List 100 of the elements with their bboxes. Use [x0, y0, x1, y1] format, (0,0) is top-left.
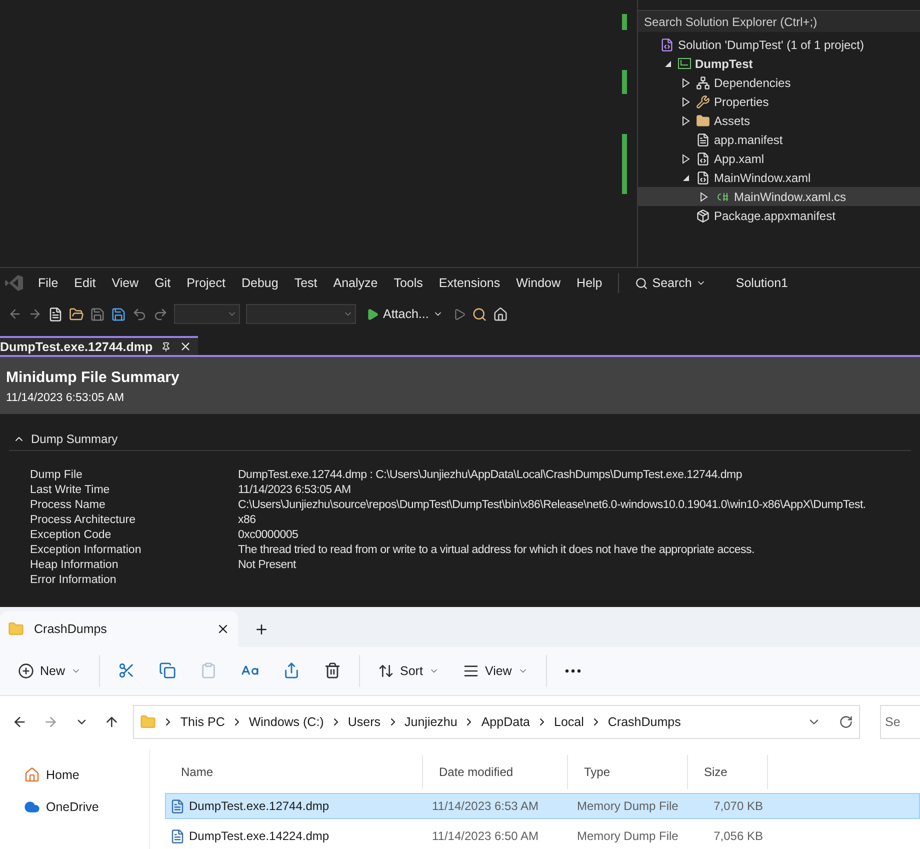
column-header[interactable]: Name — [165, 755, 423, 789]
delete-icon — [324, 662, 342, 680]
filter-field[interactable]: Se — [880, 705, 920, 740]
summary-timestamp: 11/14/2023 6:53:05 AM — [6, 392, 126, 404]
property-value: 11/14/2023 6:53:05 AM — [238, 484, 352, 496]
visual-studio-logo — [4, 274, 24, 292]
menu-item[interactable]: Extensions — [430, 276, 508, 290]
redo-icon[interactable] — [153, 306, 168, 322]
tree-item[interactable]: Package.appxmanifest — [638, 206, 920, 225]
collapsed-arrow-icon[interactable] — [682, 154, 690, 164]
property-value: x86 — [238, 514, 257, 526]
menu-item[interactable]: View — [104, 276, 147, 290]
open-folder-icon[interactable] — [69, 306, 84, 322]
solution-name: Solution1 — [736, 276, 788, 290]
paste-icon — [200, 662, 218, 680]
tree-item[interactable]: App.xaml — [638, 149, 920, 168]
pin-icon[interactable] — [160, 342, 171, 352]
menu-item[interactable]: Project — [178, 276, 234, 290]
breadcrumb-item[interactable]: Users — [348, 715, 381, 730]
breadcrumb-item[interactable]: This PC — [180, 715, 225, 730]
column-header[interactable]: Type — [568, 755, 688, 789]
property-label: Process Name — [30, 498, 106, 510]
section-header[interactable]: Dump Summary — [9, 428, 911, 451]
address-bar[interactable]: This PC Windows (C:) Users Junjiezhu AppData Local CrashDumps — [133, 705, 860, 740]
menu-item[interactable]: Analyze — [325, 276, 386, 290]
manifest-icon — [696, 132, 710, 146]
tree-item[interactable]: MainWindow.xaml.cs — [638, 187, 920, 206]
property-label: Error Information — [30, 574, 118, 586]
expanded-arrow-icon[interactable] — [664, 60, 672, 68]
menu-item[interactable]: Test — [286, 276, 326, 290]
property-value: DumpTest.exe.12744.dmp : C:\Users\Junjiezhu\AppData\Local\CrashDumps\DumpTest.exe.12744.dmp — [238, 468, 743, 480]
tree-item[interactable]: MainWindow.xaml — [638, 168, 920, 187]
new-icon — [18, 662, 34, 679]
more-icon — [564, 668, 581, 673]
refresh-icon[interactable] — [839, 715, 853, 730]
cut-icon — [118, 662, 136, 680]
file-name: DumpTest.exe.14224.dmp — [189, 829, 330, 843]
type-cell-text: Memory Dump File — [576, 799, 680, 813]
menu-item[interactable]: File — [30, 276, 66, 290]
breadcrumb-item[interactable]: Windows (C:) — [248, 715, 324, 730]
menu-item[interactable]: Help — [568, 276, 610, 290]
breadcrumb-item[interactable]: Junjiezhu — [404, 715, 458, 730]
tree-item[interactable]: Dependencies — [638, 73, 920, 92]
property-value: 0xc0000005 — [238, 528, 300, 540]
date-cell-text: 11/14/2023 6:53 AM — [431, 799, 540, 813]
summary-title: Minidump File Summary — [6, 369, 180, 386]
folder-icon — [696, 114, 710, 128]
save-all-icon[interactable] — [111, 306, 126, 322]
tree-item[interactable]: app.manifest — [638, 130, 920, 149]
breadcrumb-item[interactable]: Local — [554, 715, 584, 730]
explorer-tab[interactable]: CrashDumps — [0, 611, 238, 648]
menu-item[interactable]: Git — [146, 276, 179, 290]
breadcrumb-item[interactable]: AppData — [481, 715, 530, 730]
new-item-icon[interactable] — [48, 306, 63, 322]
size-cell-text: 7,056 KB — [712, 829, 764, 843]
tree-item[interactable]: Properties — [638, 92, 920, 111]
search-button[interactable]: Search — [627, 276, 714, 290]
attach-button[interactable]: Attach... — [362, 307, 447, 321]
file-name: DumpTest.exe.12744.dmp — [189, 799, 330, 813]
view-button[interactable]: View — [450, 654, 540, 687]
expanded-arrow-icon[interactable] — [682, 174, 690, 182]
new-tab-icon[interactable] — [254, 622, 269, 638]
menu-item[interactable]: Edit — [66, 276, 104, 290]
nav-item[interactable]: Home — [0, 759, 149, 791]
property-value: The thread tried to read from or write to a virtual address for which it does not have the appropriate access. — [238, 544, 756, 556]
find-icon[interactable] — [472, 306, 487, 322]
collapsed-arrow-icon[interactable] — [700, 192, 708, 202]
package-icon — [696, 208, 710, 222]
view-icon — [462, 662, 479, 679]
tree-item[interactable]: DumpTest — [638, 54, 920, 73]
document-tab[interactable]: DumpTest.exe.12744.dmp — [0, 336, 198, 355]
search-icon — [635, 276, 648, 290]
sort-button[interactable]: Sort — [366, 654, 451, 687]
play-icon — [366, 308, 379, 320]
save-icon[interactable] — [90, 306, 105, 322]
search-field[interactable]: Search Solution Explorer (Ctrl+;) — [638, 11, 920, 32]
menu-item[interactable]: Debug — [233, 276, 286, 290]
property-label: Last Write Time — [30, 484, 111, 496]
file-row[interactable]: DumpTest.exe.14224.dmp 11/14/2023 6:50 AM Memory Dump File 7,056 KB — [165, 823, 920, 849]
breadcrumb-item[interactable]: CrashDumps — [608, 715, 681, 730]
date-cell-text: 11/14/2023 6:50 AM — [431, 829, 540, 843]
menu-item[interactable]: Window — [508, 276, 569, 290]
undo-icon[interactable] — [132, 306, 147, 322]
tree-item[interactable]: Solution 'DumpTest' (1 of 1 project) — [638, 35, 920, 54]
column-header[interactable]: Size — [688, 755, 768, 789]
type-cell-text: Memory Dump File — [576, 829, 680, 843]
file-row[interactable]: DumpTest.exe.12744.dmp 11/14/2023 6:53 AM Memory Dump File 7,070 KB — [165, 793, 920, 819]
property-label: Process Architecture — [30, 514, 136, 526]
play-icon[interactable] — [452, 308, 466, 320]
folder-icon — [8, 621, 24, 638]
tree-item[interactable]: Assets — [638, 111, 920, 130]
forward-icon[interactable] — [28, 307, 42, 321]
xaml-file-icon — [696, 170, 710, 184]
dependencies-icon — [696, 76, 710, 90]
new-button[interactable]: New — [6, 654, 94, 687]
nav-item[interactable]: OneDrive — [0, 791, 149, 823]
close-icon[interactable] — [178, 340, 192, 353]
menu-item[interactable]: Tools — [386, 276, 431, 290]
column-header[interactable]: Date modified — [423, 755, 568, 789]
home-icon — [24, 767, 40, 783]
